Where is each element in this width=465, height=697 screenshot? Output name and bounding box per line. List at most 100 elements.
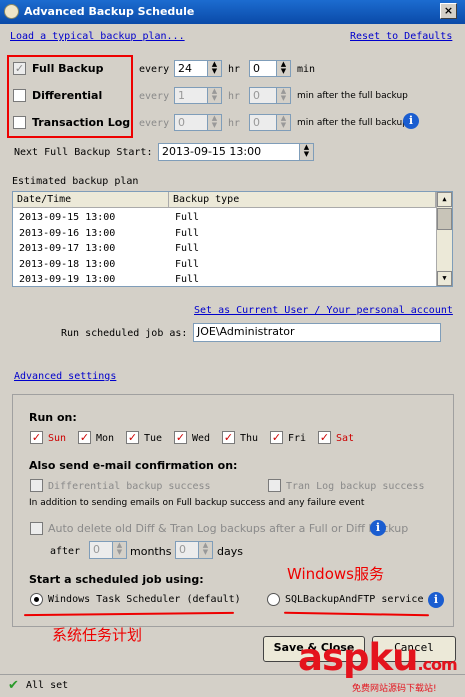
cell-datetime: 2013-09-17 13:00: [19, 243, 116, 254]
spinner-arrows: ▲ ▼: [276, 115, 290, 130]
close-button[interactable]: ×: [440, 3, 457, 19]
spinner-arrows: ▲ ▼: [112, 542, 126, 558]
day-label-sat: Sat: [336, 433, 355, 444]
cell-datetime: 2013-09-19 13:00: [19, 274, 116, 285]
months-input: 0 ▲ ▼: [89, 541, 127, 559]
spinner-arrows[interactable]: ▲ ▼: [299, 144, 313, 160]
info-icon[interactable]: i: [370, 520, 386, 536]
auto-delete-label: Auto delete old Diff & Tran Log backups …: [48, 522, 409, 535]
differential-checkbox[interactable]: [13, 89, 26, 102]
diff-hr-label: hr: [228, 91, 241, 102]
day-label-fri: Fri: [288, 433, 307, 444]
info-icon[interactable]: i: [428, 592, 444, 608]
email-note: In addition to sending emails on Full ba…: [29, 498, 365, 508]
transaction-log-checkbox[interactable]: [13, 116, 26, 129]
cell-backup-type: Full: [175, 258, 200, 270]
day-checkbox-mon[interactable]: ✓: [78, 431, 91, 444]
spinner-arrows[interactable]: ▲ ▼: [276, 61, 290, 76]
tlog-min-label: min after the full backup: [297, 118, 408, 128]
clock-icon: [4, 4, 19, 19]
watermark-subtitle: 免费网站源码下载站!: [352, 684, 437, 694]
annotation-scheduler: 系统任务计划: [52, 626, 143, 644]
scroll-down-arrow[interactable]: ▼: [437, 271, 452, 286]
days-input: 0 ▲ ▼: [175, 541, 213, 559]
diff-success-checkbox: [30, 479, 43, 492]
spinner-arrows[interactable]: ▲ ▼: [207, 61, 221, 76]
email-heading: Also send e-mail confirmation on:: [29, 459, 238, 472]
diff-success-label: Differential backup success: [48, 481, 211, 492]
column-header-datetime[interactable]: Date/Time: [13, 192, 169, 208]
full-hr-label: hr: [228, 64, 241, 75]
day-checkbox-wed[interactable]: ✓: [174, 431, 187, 444]
full-every-label: every: [139, 64, 170, 75]
tlog-success-label: Tran Log backup success: [286, 481, 425, 492]
cell-backup-type: Full: [175, 227, 200, 239]
diff-every-label: every: [139, 91, 170, 102]
day-label-thu: Thu: [240, 433, 259, 444]
column-header-backup-type[interactable]: Backup type: [169, 192, 436, 208]
spinner-arrows: ▲ ▼: [198, 542, 212, 558]
transaction-log-label: Transaction Log: [32, 116, 131, 129]
set-current-user-link[interactable]: Set as Current User / Your personal acco…: [194, 305, 453, 316]
day-checkbox-sun[interactable]: ✓: [30, 431, 43, 444]
next-start-label: Next Full Backup Start:: [14, 147, 153, 158]
advanced-settings-link[interactable]: Advanced settings: [14, 371, 116, 382]
tlog-minutes-input: 0 ▲ ▼: [249, 114, 291, 131]
day-checkbox-sat[interactable]: ✓: [318, 431, 331, 444]
status-text: All set: [26, 680, 69, 691]
diff-hours-input: 1 ▲ ▼: [174, 87, 222, 104]
cell-datetime: 2013-09-18 13:00: [19, 258, 116, 270]
start-job-heading: Start a scheduled job using:: [29, 573, 204, 586]
diff-minutes-input: 0 ▲ ▼: [249, 87, 291, 104]
cell-backup-type: Full: [175, 243, 200, 254]
full-min-label: min: [297, 64, 316, 75]
day-checkbox-thu[interactable]: ✓: [222, 431, 235, 444]
task-scheduler-label[interactable]: Windows Task Scheduler (default): [48, 594, 241, 605]
cell-datetime: 2013-09-16 13:00: [19, 227, 116, 239]
day-checkbox-fri[interactable]: ✓: [270, 431, 283, 444]
advanced-settings-panel: [12, 394, 454, 627]
service-label[interactable]: SQLBackupAndFTP service: [285, 594, 423, 605]
after-label: after: [50, 546, 81, 557]
scroll-thumb[interactable]: [437, 208, 452, 230]
info-icon[interactable]: i: [403, 113, 419, 129]
table-row: 2013-09-15 13:00 2013-09-16 13:00 2013-0…: [19, 210, 115, 288]
day-label-wed: Wed: [192, 433, 211, 444]
scroll-up-arrow[interactable]: ▲: [437, 192, 452, 207]
differential-label: Differential: [32, 89, 103, 102]
tlog-hours-input: 0 ▲ ▼: [174, 114, 222, 131]
tlog-hr-label: hr: [228, 118, 241, 129]
task-scheduler-radio[interactable]: [30, 593, 43, 606]
full-backup-label: Full Backup: [32, 62, 104, 75]
cell-datetime: 2013-09-15 13:00: [19, 212, 116, 223]
next-start-input[interactable]: 2013-09-15 13:00 ▲ ▼: [158, 143, 314, 161]
window-title: Advanced Backup Schedule: [24, 5, 195, 18]
full-hours-input[interactable]: 24 ▲ ▼: [174, 60, 222, 77]
plan-table: Date/Time Backup type 2013-09-15 13:00 2…: [12, 191, 453, 287]
full-minutes-input[interactable]: 0 ▲ ▼: [249, 60, 291, 77]
spinner-arrows: ▲ ▼: [207, 115, 221, 130]
day-label-mon: Mon: [96, 433, 115, 444]
title-bar: Advanced Backup Schedule ×: [0, 0, 465, 24]
watermark-logo: aspku.com: [298, 636, 458, 679]
reset-defaults-link[interactable]: Reset to Defaults: [350, 31, 452, 42]
run-as-input[interactable]: JOE\Administrator: [193, 323, 441, 342]
spinner-arrows: ▲ ▼: [276, 88, 290, 103]
day-checkbox-tue[interactable]: ✓: [126, 431, 139, 444]
days-label: days: [217, 545, 243, 558]
diff-min-label: min after the full backup: [297, 91, 408, 101]
service-radio[interactable]: [267, 593, 280, 606]
day-label-tue: Tue: [144, 433, 163, 444]
run-as-label: Run scheduled job as:: [61, 328, 188, 339]
day-label-sun: Sun: [48, 433, 67, 444]
full-backup-checkbox[interactable]: ✓: [13, 62, 26, 75]
cell-backup-type: Full: [175, 212, 200, 223]
tlog-success-checkbox: [268, 479, 281, 492]
months-label: months: [130, 545, 172, 558]
plan-label: Estimated backup plan: [12, 176, 139, 187]
vertical-scrollbar[interactable]: ▲ ▼: [436, 192, 452, 286]
run-on-heading: Run on:: [29, 411, 77, 424]
tlog-every-label: every: [139, 118, 170, 129]
load-typical-plan-link[interactable]: Load a typical backup plan...: [10, 31, 185, 42]
auto-delete-checkbox[interactable]: [30, 522, 43, 535]
